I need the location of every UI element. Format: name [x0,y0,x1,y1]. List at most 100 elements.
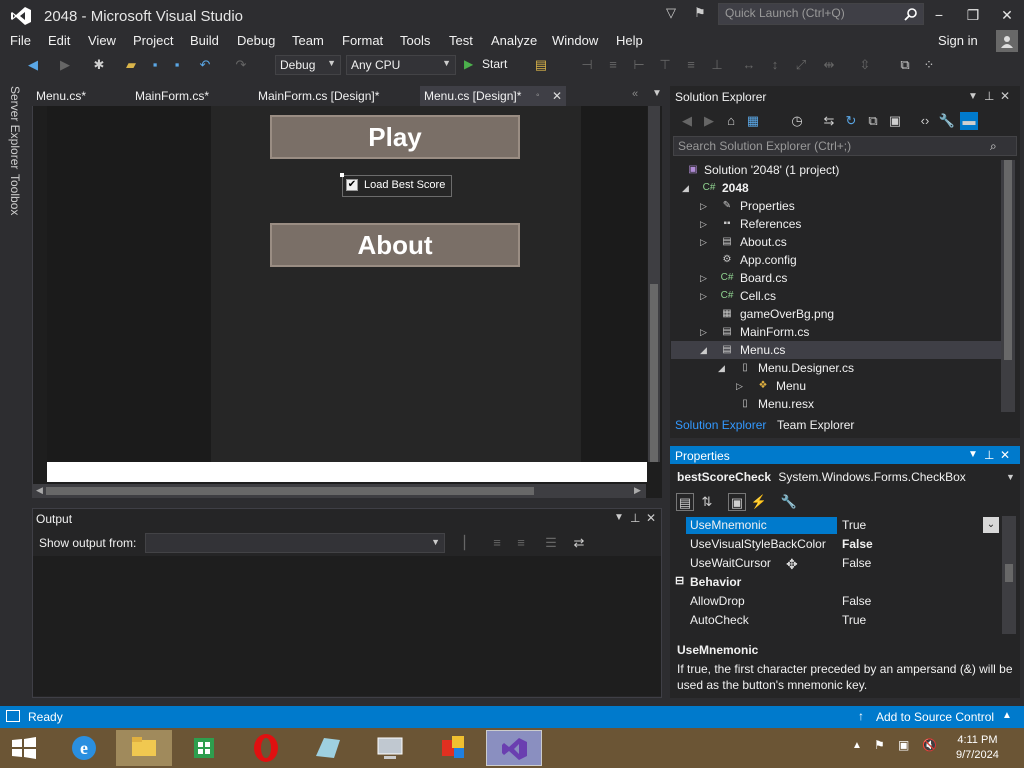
menu-view[interactable]: View [88,33,116,48]
collapsed-arrow-icon[interactable]: ▷ [736,381,743,392]
align-lefts-icon[interactable]: ⊣ [578,56,596,74]
menu-test[interactable]: Test [449,33,473,48]
internet-explorer-icon[interactable]: e [56,730,112,766]
selection-handle[interactable] [340,173,344,177]
output-dropdown-icon[interactable]: ▼ [614,512,624,523]
toolbox-tab[interactable]: Toolbox [8,174,22,215]
tree-item-menu-designer-cs[interactable]: Menu.Designer.cs [758,361,854,375]
close-button[interactable]: ✕ [992,4,1022,26]
forward-icon[interactable]: ▶ [700,112,718,130]
property-row-usewaitcursor[interactable]: UseWaitCursor False [671,554,1001,573]
expanded-arrow-icon[interactable]: ◢ [700,345,707,356]
menu-format[interactable]: Format [342,33,383,48]
go-to-next-icon[interactable]: ≡ [512,534,530,552]
preview-selected-icon[interactable]: ▬ [960,112,978,130]
categorized-icon[interactable]: ▤ [676,493,694,511]
tree-item-project[interactable]: 2048 [722,181,749,195]
tree-item-solution[interactable]: Solution '2048' (1 project) [704,163,839,177]
tab-menu-design-active[interactable]: Menu.cs [Design]* ◦ ✕ [420,86,566,106]
align-tops-icon[interactable]: ⊤ [656,56,674,74]
tab-list-dropdown-icon[interactable]: ▼ [652,88,662,99]
visual-studio-taskbar-icon[interactable] [486,730,542,766]
properties-object-selector[interactable]: bestScoreCheck System.Windows.Forms.Chec… [677,470,966,484]
tree-item-about-cs[interactable]: About.cs [740,235,787,249]
quick-launch-input[interactable]: Quick Launch (Ctrl+Q) [718,3,924,25]
bring-to-front-icon[interactable]: ⧉ [896,56,914,74]
solex-pin-icon[interactable]: ⊥ [984,89,994,103]
feedback-icon[interactable]: ▽ [666,5,682,21]
add-to-source-control-button[interactable]: Add to Source Control [876,710,994,724]
align-rights-icon[interactable]: ⊢ [630,56,648,74]
tree-item-mainform-cs[interactable]: MainForm.cs [740,325,809,339]
about-button[interactable]: About [270,223,520,267]
opera-icon[interactable] [238,730,294,766]
expanded-arrow-icon[interactable]: ◢ [718,363,725,374]
refresh-icon[interactable]: ↻ [842,112,860,130]
tree-item-menu-class[interactable]: Menu [776,379,806,393]
output-source-select[interactable]: ▼ [145,533,445,553]
tab-order-icon[interactable]: ⁘ [920,56,938,74]
menu-file[interactable]: File [10,33,31,48]
collapse-category-icon[interactable]: ⊟ [675,574,684,587]
tab-team-explorer[interactable]: Team Explorer [777,418,854,432]
close-icon[interactable]: ✕ [552,86,562,106]
menu-window[interactable]: Window [552,33,598,48]
properties-wrench-icon[interactable]: 🔧 [938,112,956,130]
collapsed-arrow-icon[interactable]: ▷ [700,201,707,212]
property-category-behavior[interactable]: ⊟ Behavior [671,573,1001,592]
property-grid-scroll-thumb[interactable] [1005,564,1013,582]
chevron-up-icon[interactable]: ▲ [1002,710,1012,721]
horizontal-spacing-icon[interactable]: ⇹ [820,56,838,74]
start-button[interactable]: Start [482,57,507,71]
chevron-down-icon[interactable]: ⌄ [983,517,999,533]
server-explorer-tab[interactable]: Server Explorer [8,86,22,169]
tree-item-cell-cs[interactable]: Cell.cs [740,289,776,303]
navigate-back-icon[interactable]: ◀ [24,56,42,74]
tab-menu-cs[interactable]: Menu.cs* [32,86,90,106]
menu-team[interactable]: Team [292,33,324,48]
find-message-icon[interactable]: ▏ [460,534,478,552]
taskbar-clock[interactable]: 4:11 PM 9/7/2024 [956,733,999,763]
collapsed-arrow-icon[interactable]: ▷ [700,273,707,284]
save-all-icon[interactable]: ▪ [168,56,186,74]
expanded-arrow-icon[interactable]: ◢ [682,183,689,194]
props-close-icon[interactable]: ✕ [1000,448,1010,462]
switch-views-icon[interactable]: ▦ [744,112,762,130]
vertical-spacing-icon[interactable]: ⇳ [856,56,874,74]
menu-project[interactable]: Project [133,33,173,48]
designer-vertical-scroll-thumb[interactable] [650,284,658,462]
make-same-width-icon[interactable]: ↔ [740,56,758,74]
output-text-area[interactable] [33,556,661,696]
remote-desktop-icon[interactable] [362,730,418,766]
tree-item-board-cs[interactable]: Board.cs [740,271,787,285]
office-app-icon[interactable] [424,730,480,766]
property-row-autocheck[interactable]: AutoCheck True [671,611,1001,630]
show-all-files-icon[interactable]: ▣ [886,112,904,130]
start-icon[interactable]: ▶ [464,57,473,71]
tree-item-app-config[interactable]: App.config [740,253,797,267]
menu-panel[interactable] [211,106,581,462]
sync-icon[interactable]: ⇆ [820,112,838,130]
solex-close-icon[interactable]: ✕ [1000,89,1010,103]
scroll-right-icon[interactable]: ▶ [634,485,641,496]
properties-view-icon[interactable]: ▣ [728,493,746,511]
view-code-icon[interactable]: ‹› [916,112,934,130]
property-row-usevisualstylebackcolor[interactable]: UseVisualStyleBackColor False [671,535,1001,554]
redo-icon[interactable]: ↷ [232,56,250,74]
align-bottoms-icon[interactable]: ⊥ [708,56,726,74]
solution-configuration-select[interactable]: Debug ▼ [275,55,341,75]
search-icon[interactable] [902,5,920,23]
back-icon[interactable]: ◀ [678,112,696,130]
menu-analyze[interactable]: Analyze [491,33,537,48]
property-row-allowdrop[interactable]: AllowDrop False [671,592,1001,611]
open-file-icon[interactable]: ▰ [122,56,140,74]
home-icon[interactable]: ⌂ [722,112,740,130]
designer-horizontal-scroll-thumb[interactable] [46,487,534,495]
tree-item-menu-resx[interactable]: Menu.resx [758,397,814,411]
search-icon[interactable]: ⌕ [990,139,997,154]
align-centers-icon[interactable]: ≡ [604,56,622,74]
save-icon[interactable]: ▪ [146,56,164,74]
collapsed-arrow-icon[interactable]: ▷ [700,237,707,248]
tree-item-properties[interactable]: Properties [740,199,795,213]
tab-solution-explorer[interactable]: Solution Explorer [675,418,766,432]
